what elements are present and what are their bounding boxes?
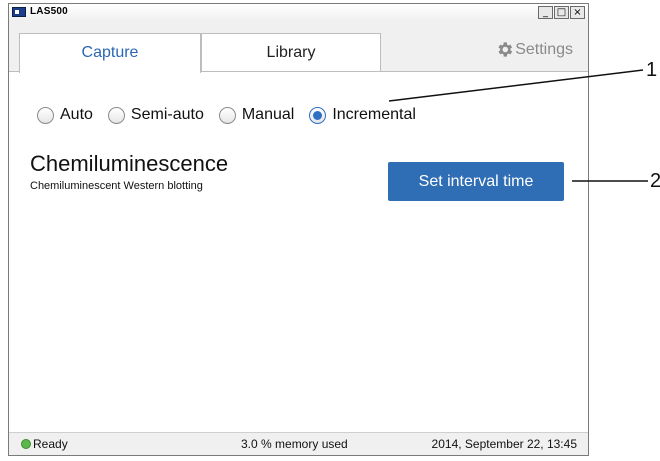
callout-line-1	[388, 69, 644, 102]
callout-lines	[388, 69, 648, 182]
callout-number-2: 2	[650, 170, 660, 192]
callout-number-1: 1	[646, 59, 658, 81]
